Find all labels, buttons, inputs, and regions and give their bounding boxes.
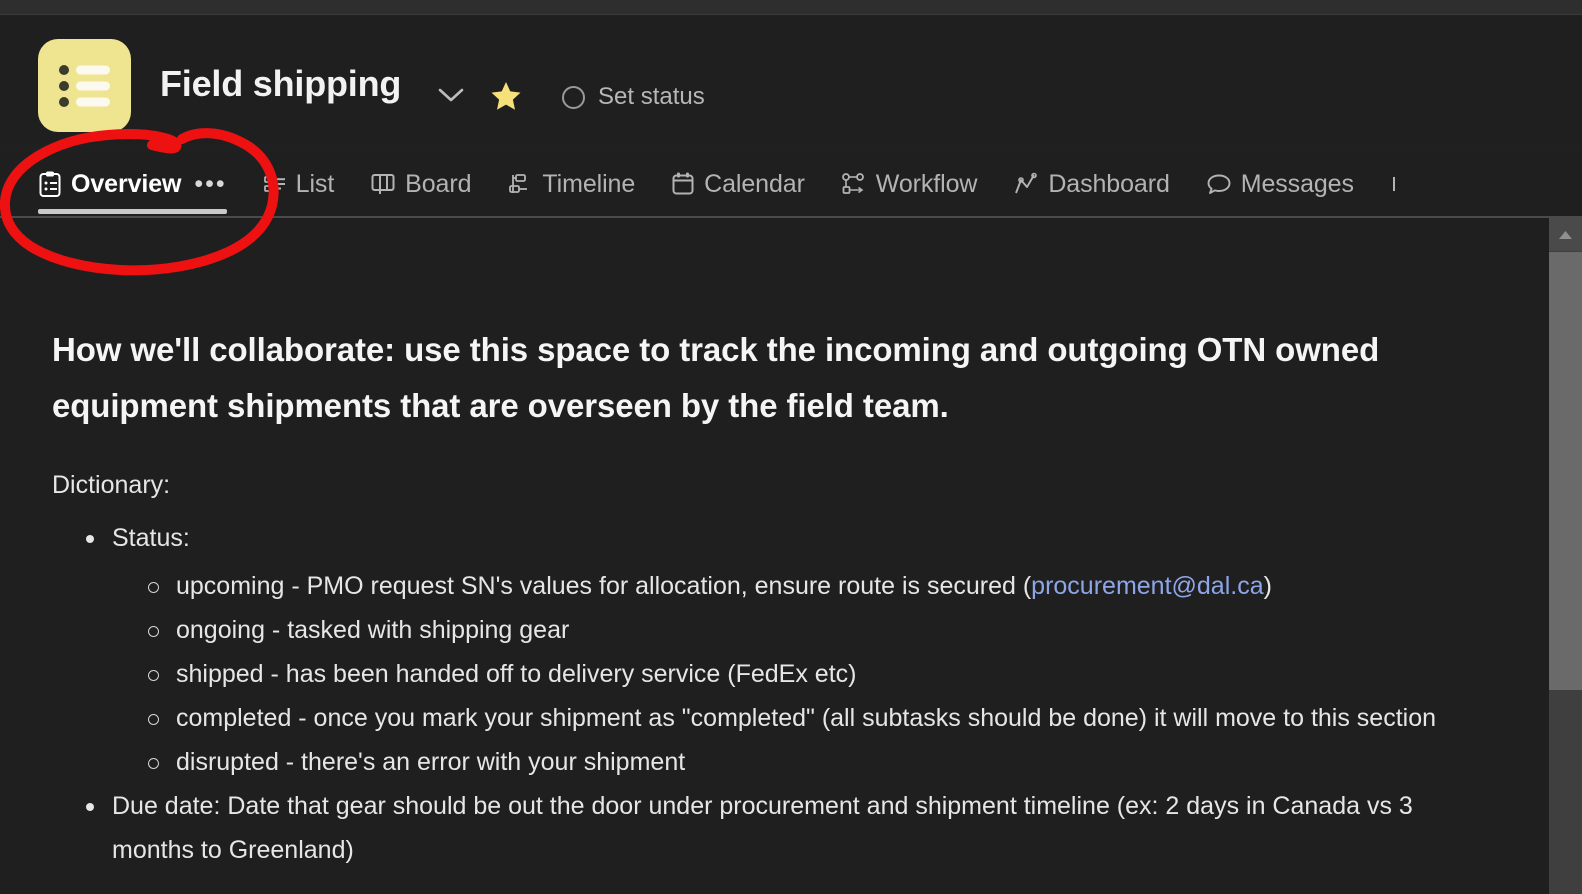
status-sublist: upcoming - PMO request SN's values for a… (112, 564, 1497, 784)
tab-timeline[interactable]: Timeline (507, 152, 635, 214)
favorite-button[interactable] (488, 78, 524, 114)
project-header: Field shipping Set status (0, 16, 1582, 144)
list-item: shipped - has been handed off to deliver… (148, 652, 1497, 696)
status-shipped-text: shipped - has been handed off to deliver… (176, 660, 857, 688)
chevron-down-icon (438, 88, 464, 102)
scroll-up-arrow-icon (1559, 230, 1572, 239)
star-icon (491, 81, 521, 110)
tab-workflow-label: Workflow (875, 169, 978, 198)
board-icon (370, 172, 396, 196)
scrollbar-thumb[interactable] (1549, 252, 1582, 690)
message-bubble-icon (1206, 172, 1232, 196)
status-upcoming-text-before: upcoming - PMO request SN's values for a… (176, 572, 1032, 600)
tab-messages[interactable]: Messages (1206, 152, 1354, 214)
chart-line-icon (1013, 172, 1039, 196)
tab-overflow-next[interactable] (1390, 152, 1414, 214)
more-tab-icon (1390, 172, 1414, 196)
overview-content: How we'll collaborate: use this space to… (0, 218, 1549, 894)
tab-active-indicator (38, 209, 227, 214)
clipboard-list-icon (38, 170, 62, 198)
list-icon (58, 64, 110, 107)
procurement-email-link[interactable]: procurement@dal.ca (1031, 572, 1263, 600)
project-icon[interactable] (38, 39, 131, 132)
set-status-label: Set status (598, 83, 705, 110)
workflow-icon (841, 172, 867, 196)
tab-dashboard[interactable]: Dashboard (1013, 152, 1170, 214)
list-item: upcoming - PMO request SN's values for a… (148, 564, 1497, 608)
status-disrupted-text: disrupted - there's an error with your s… (176, 748, 686, 776)
page-title: Field shipping (160, 63, 402, 104)
list-item: ongoing - tasked with shipping gear (148, 608, 1497, 652)
tab-calendar[interactable]: Calendar (671, 152, 805, 214)
tab-list[interactable]: List (263, 152, 335, 214)
dictionary-label: Dictionary: (52, 471, 171, 499)
tab-dashboard-label: Dashboard (1048, 169, 1170, 198)
bullet-due-date-text: Due date: Date that gear should be out t… (112, 792, 1413, 864)
scroll-up-button[interactable] (1549, 218, 1582, 251)
tab-overflow-menu-icon[interactable]: ••• (194, 172, 226, 197)
tab-overview-label: Overview (71, 169, 182, 198)
calendar-icon (671, 171, 695, 197)
overview-heading: How we'll collaborate: use this space to… (52, 331, 1380, 424)
status-upcoming-text-after: ) (1263, 572, 1272, 600)
bullet-status-label: Status: (112, 524, 190, 552)
tab-board[interactable]: Board (370, 152, 471, 214)
status-ongoing-text: ongoing - tasked with shipping gear (176, 616, 570, 644)
list-item: Due date: Date that gear should be out t… (86, 784, 1497, 872)
list-item: Status: upcoming - PMO request SN's valu… (86, 516, 1497, 784)
status-completed-text: completed - once you mark your shipment … (176, 704, 1437, 732)
list-item: completed - once you mark your shipment … (148, 696, 1497, 740)
tab-timeline-label: Timeline (542, 169, 636, 198)
dictionary-list: Status: upcoming - PMO request SN's valu… (52, 516, 1497, 872)
tab-overview[interactable]: Overview ••• (38, 152, 227, 214)
tab-messages-label: Messages (1240, 169, 1354, 198)
app-window: Field shipping Set status Overview ••• L… (0, 0, 1582, 894)
tab-workflow[interactable]: Workflow (841, 152, 978, 214)
view-tabbar: Overview ••• List Board Timeline Calenda… (0, 152, 1582, 216)
tab-list-label: List (295, 169, 335, 198)
timeline-icon (507, 172, 533, 196)
list-icon (263, 172, 287, 196)
list-item: disrupted - there's an error with your s… (148, 740, 1497, 784)
tab-board-label: Board (405, 169, 472, 198)
vertical-scrollbar[interactable] (1549, 218, 1582, 894)
window-top-strip (0, 0, 1582, 15)
circle-outline-icon (562, 85, 585, 109)
set-status-button[interactable]: Set status (562, 79, 705, 115)
project-dropdown-button[interactable] (432, 76, 470, 114)
tab-calendar-label: Calendar (704, 169, 805, 198)
